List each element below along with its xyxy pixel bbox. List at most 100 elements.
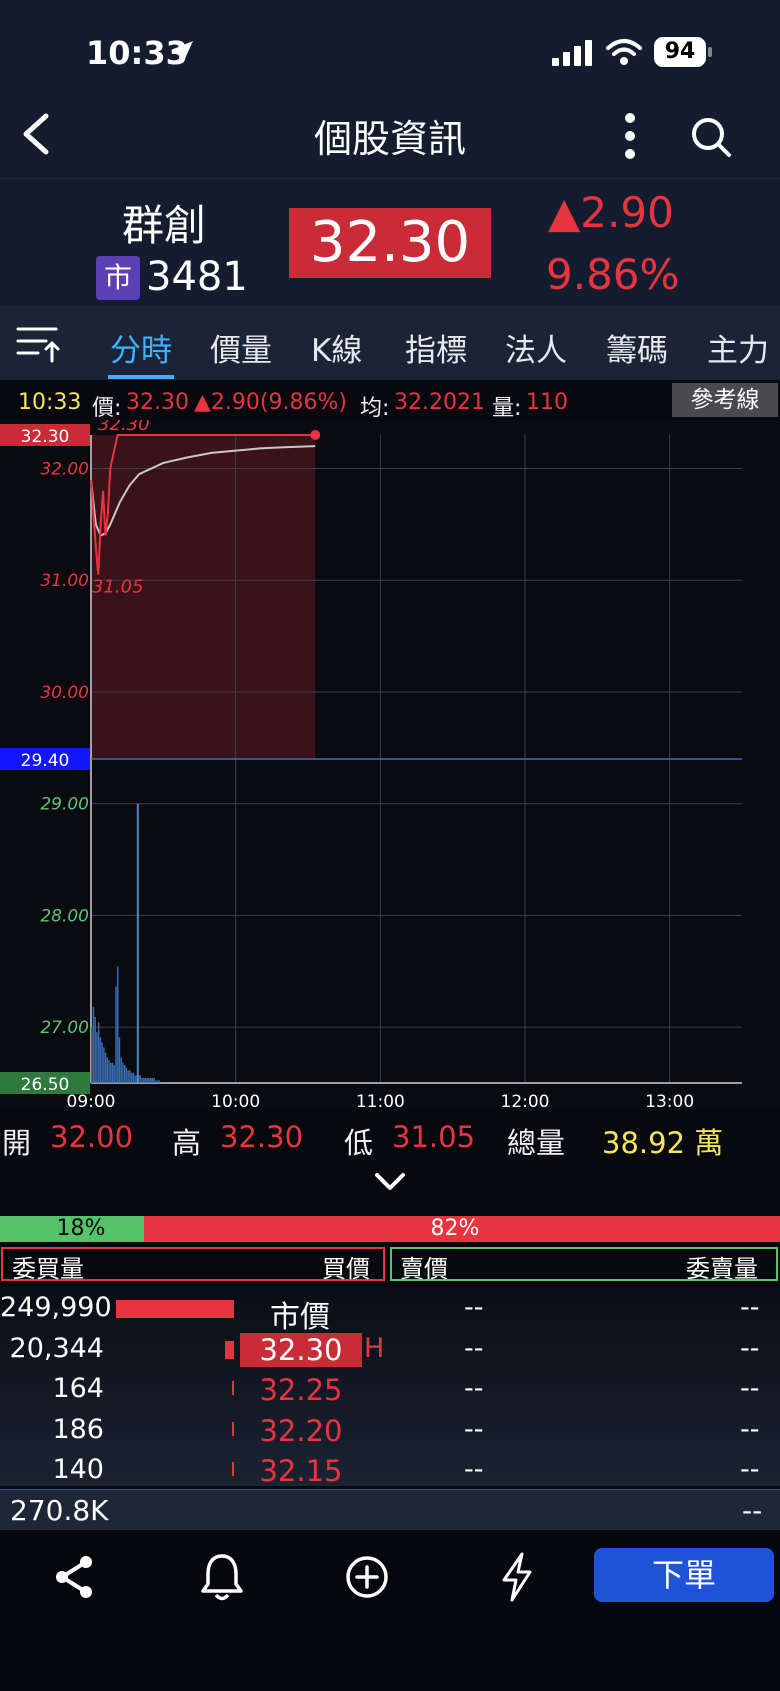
volume-bar: [139, 1075, 142, 1083]
volume-bar: [97, 1022, 100, 1083]
tab-intraday[interactable]: 分時: [110, 325, 172, 370]
x-tick-label: 11:00: [356, 1092, 405, 1110]
volume-bar: [156, 1080, 159, 1083]
bell-icon[interactable]: [200, 1552, 244, 1602]
y-tick-label: 28.00: [40, 906, 89, 926]
volume-bar: [120, 1057, 122, 1083]
volume-bar: [144, 1077, 147, 1083]
total-volume-value: 38.92 萬: [602, 1126, 724, 1160]
ask-price: --: [464, 1292, 484, 1323]
info-vol: 110: [526, 390, 568, 415]
volume-bar: [122, 1062, 124, 1083]
volume-bar: [115, 986, 117, 1083]
volume-bar: [106, 1057, 109, 1083]
ask-price: --: [464, 1332, 484, 1364]
info-vol-label: 量:: [492, 396, 522, 421]
volume-bar: [158, 1080, 161, 1083]
low-annotation: 31.05: [92, 577, 144, 598]
ask-qty: --: [740, 1292, 760, 1323]
buy-ratio-text: 18%: [56, 1216, 106, 1241]
place-order-button[interactable]: 下單: [594, 1548, 774, 1602]
low-price-tag: 26.50: [21, 1075, 70, 1095]
volume-bar: [108, 1060, 110, 1083]
ask-price: --: [464, 1373, 484, 1404]
tab-institutional[interactable]: 法人: [505, 325, 567, 370]
bid-price: 32.15: [259, 1454, 343, 1488]
tab-chips[interactable]: 籌碼: [606, 325, 668, 370]
ask-qty-header: 委賣量: [686, 1255, 758, 1283]
signal-icon: [552, 40, 592, 66]
high-price-tag: 32.30: [21, 427, 70, 447]
bid-price-header: 買價: [322, 1255, 370, 1283]
share-icon[interactable]: [52, 1554, 96, 1600]
volume-bar: [104, 1052, 107, 1083]
info-price-label: 價:: [92, 396, 122, 421]
y-tick-label: 29.00: [40, 795, 89, 815]
volume-bar: [92, 1006, 95, 1083]
more-vertical-icon[interactable]: [620, 112, 640, 160]
volume-bar: [101, 1042, 103, 1083]
bid-qty: 164: [52, 1373, 104, 1404]
high-value: 32.30: [220, 1120, 304, 1154]
y-tick-label: 27.00: [40, 1018, 89, 1038]
active-tab-indicator: [108, 375, 174, 379]
location-arrow-icon: [171, 41, 193, 63]
ask-qty: --: [740, 1332, 760, 1364]
open-value: 32.00: [50, 1120, 134, 1154]
total-bid-qty: 270.8K: [10, 1494, 109, 1527]
current-price-dot: [310, 430, 321, 440]
x-tick-label: 12:00: [501, 1092, 550, 1110]
bid-qty: 140: [52, 1454, 104, 1485]
price-change: ▲2.90: [548, 188, 674, 237]
total-ask-qty: --: [742, 1494, 763, 1527]
battery-level: 94: [664, 39, 696, 64]
volume-bar: [118, 1037, 121, 1083]
high-mark: H: [364, 1332, 385, 1364]
ask-qty: --: [740, 1373, 760, 1404]
volume-bar: [153, 1077, 155, 1083]
add-circle-icon[interactable]: [344, 1554, 390, 1600]
volume-bar: [96, 1032, 98, 1083]
intraday-chart[interactable]: 32.00 31.00 30.00 29.00 28.00 27.00 09:00 10:00…: [0, 420, 780, 1110]
reference-line-button[interactable]: 參考線: [672, 383, 778, 417]
reference-price-tag: 29.40: [21, 751, 70, 771]
header-divider: [0, 178, 780, 179]
tab-kline[interactable]: K線: [311, 325, 362, 370]
tab-main-force[interactable]: 主力: [707, 325, 769, 370]
high-annotation: 32.30: [98, 420, 150, 435]
search-icon[interactable]: [690, 116, 732, 158]
volume-bar: [148, 1077, 150, 1083]
volume-bar: [91, 1027, 93, 1083]
x-tick-label: 13:00: [645, 1092, 694, 1110]
volume-bar: [129, 1070, 131, 1083]
info-avg-label: 均:: [360, 396, 390, 421]
battery-tip: [708, 47, 712, 57]
y-tick-label: 30.00: [40, 683, 89, 703]
volume-bar: [110, 1062, 112, 1083]
sort-menu-icon[interactable]: [16, 323, 62, 363]
tab-bar: 分時 價量 K線 指標 法人 籌碼 主力: [0, 305, 780, 380]
volume-bar: [146, 1077, 148, 1083]
bid-volume-bar: [232, 1421, 234, 1436]
page-title: 個股資訊: [313, 117, 466, 161]
bid-price: 32.30: [240, 1332, 362, 1367]
volume-bar: [111, 1062, 114, 1083]
stock-name: 群創: [122, 201, 207, 250]
tab-price-volume[interactable]: 價量: [210, 325, 272, 370]
sell-ratio-text: 82%: [430, 1216, 480, 1241]
volume-bar: [99, 1037, 102, 1083]
chart-info-bar: 10:33 價: 32.30 ▲2.90(9.86%) 均: 32.2021 量…: [0, 380, 780, 421]
info-avg: 32.2021: [394, 390, 485, 415]
volume-bar: [113, 1065, 115, 1083]
volume-bar: [155, 1080, 157, 1083]
low-value: 31.05: [392, 1120, 476, 1154]
bid-volume-bar: [224, 1340, 234, 1359]
x-tick-label: 09:00: [67, 1092, 116, 1110]
current-price: 32.30: [289, 208, 491, 278]
chevron-down-icon[interactable]: [374, 1172, 406, 1192]
bid-volume-bar: [232, 1462, 234, 1476]
battery-indicator: 94: [654, 37, 706, 67]
tab-indicators[interactable]: 指標: [405, 325, 467, 370]
lightning-icon[interactable]: [500, 1552, 534, 1602]
volume-bar: [132, 1072, 135, 1083]
